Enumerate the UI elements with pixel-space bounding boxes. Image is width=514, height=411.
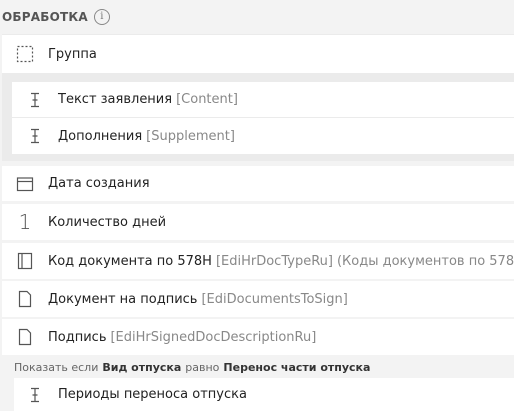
field-system-name: [EdiDocumentsToSign] (201, 291, 348, 307)
field-label: Периоды переноса отпуска (58, 387, 247, 402)
condition-operator: равно (185, 360, 220, 374)
text-cursor-icon (24, 89, 46, 111)
field-row[interactable]: 1 Количество дней (2, 204, 514, 240)
conditional-field-row[interactable]: Периоды переноса отпуска (14, 378, 514, 411)
text-cursor-icon (24, 125, 46, 147)
section-header: ОБРАБОТКА i (0, 0, 514, 34)
field-system-name: [Supplement] (146, 128, 235, 144)
field-system-name: [EdiHrDocTypeRu] (215, 253, 333, 269)
document-icon (14, 288, 36, 310)
section-title: ОБРАБОТКА (2, 10, 88, 24)
field-label: Подпись (48, 329, 107, 345)
condition-field: Вид отпуска (102, 360, 182, 374)
field-reference: (Коды документов по 578Н) (336, 253, 514, 269)
number-icon-glyph: 1 (18, 210, 32, 234)
field-system-name: [Content] (176, 92, 238, 107)
text-cursor-icon (24, 384, 46, 406)
field-row[interactable]: Подпись [EdiHrSignedDocDescriptionRu] (2, 319, 514, 355)
condition-value: Перенос части отпуска (223, 360, 371, 374)
info-icon[interactable]: i (93, 9, 110, 25)
group-row[interactable]: Группа (2, 35, 514, 73)
document-icon (14, 326, 36, 348)
field-label: Дата создания (48, 176, 150, 191)
dashed-square-icon (14, 43, 36, 65)
field-row[interactable]: Код документа по 578Н [EdiHrDocTypeRu] (… (2, 243, 514, 279)
group-child-row[interactable]: Текст заявления [Content] (12, 82, 514, 117)
calendar-icon (14, 173, 36, 195)
field-label: Текст заявления (58, 92, 173, 107)
field-row[interactable]: Дата создания (2, 166, 514, 201)
field-label: Количество дней (48, 214, 167, 230)
condition-prefix: Показать если (14, 360, 99, 374)
field-label: Код документа по 578Н (48, 253, 212, 269)
group-label: Группа (48, 46, 97, 62)
field-label: Дополнения (58, 128, 143, 144)
number-icon: 1 (14, 210, 36, 234)
visibility-condition: Показать если Вид отпуска равно Перенос … (14, 356, 370, 378)
field-label: Документ на подпись (48, 291, 198, 307)
directory-icon (14, 250, 36, 272)
field-system-name: [EdiHrSignedDocDescriptionRu] (110, 329, 317, 345)
group-child-row[interactable]: Дополнения [Supplement] (12, 118, 514, 154)
field-row[interactable]: Документ на подпись [EdiDocumentsToSign] (2, 281, 514, 317)
